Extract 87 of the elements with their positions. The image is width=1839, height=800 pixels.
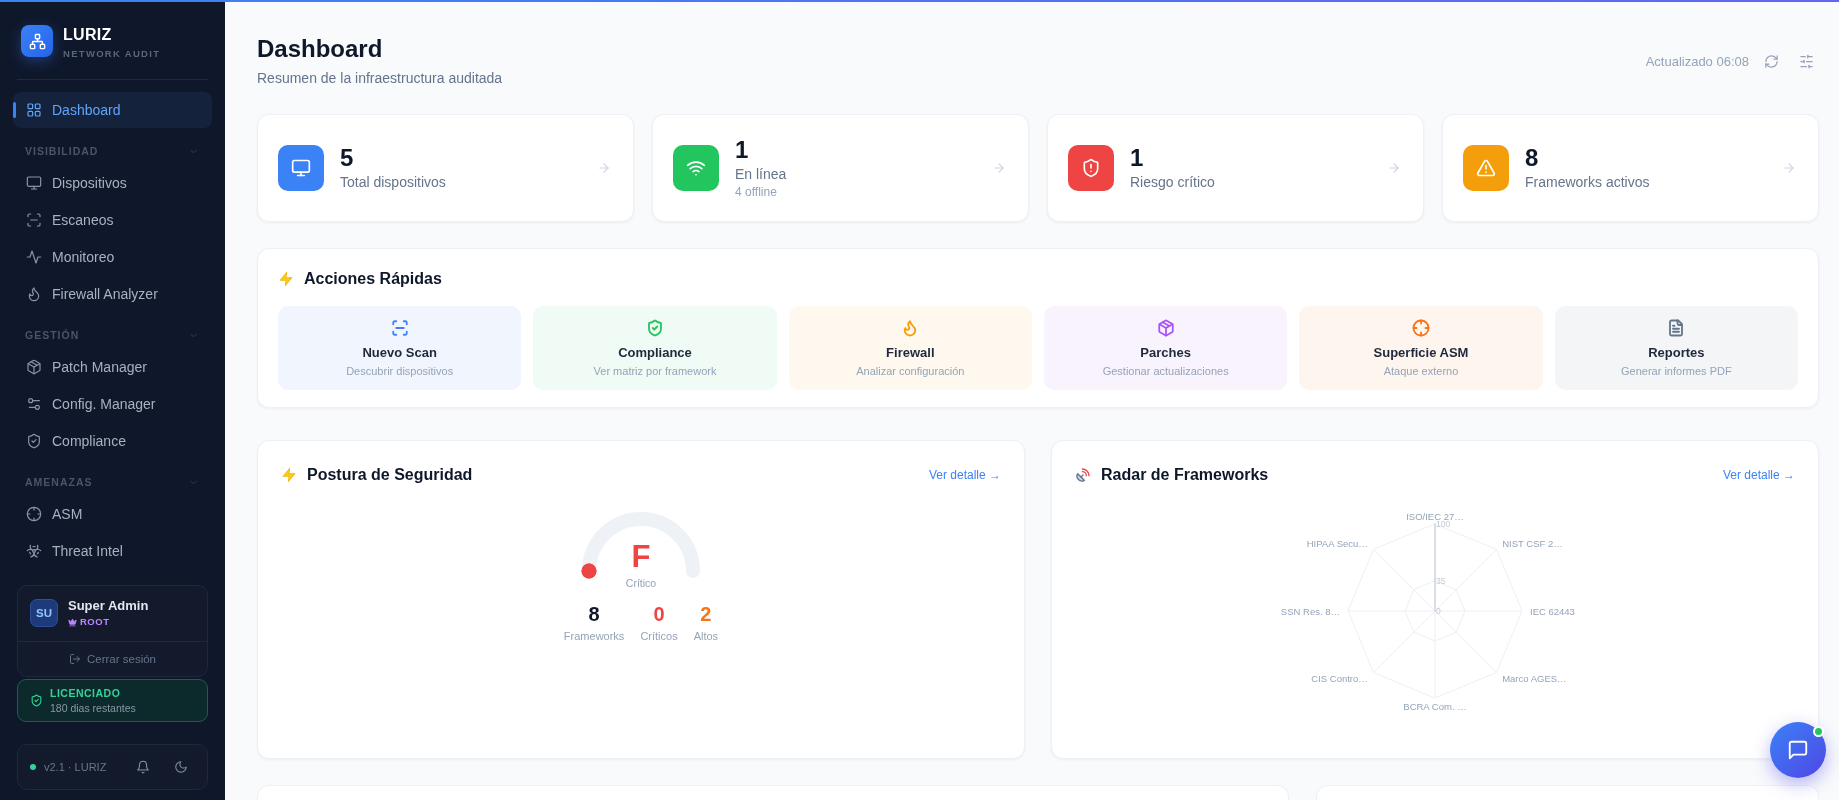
nav-item[interactable]: Firewall Analyzer [13, 275, 212, 312]
nav-item[interactable]: Compliance [13, 422, 212, 459]
nav-item[interactable]: Dashboard [13, 92, 212, 128]
page-subtitle: Resumen de la infraestructura auditada [257, 69, 503, 88]
biohazard-icon [26, 542, 42, 559]
satellite-dish-icon [1075, 467, 1091, 483]
quick-action-button[interactable]: Nuevo Scan Descubrir dispositivos [278, 306, 522, 390]
stat-value: 1 [735, 136, 749, 164]
stat-card[interactable]: 5 Total dispositivos [257, 114, 634, 222]
avatar: SU [30, 599, 58, 627]
quick-action-button[interactable]: Firewall Analizar configuración [788, 306, 1032, 390]
pulse-icon [26, 248, 42, 265]
stat-label: Frameworks [563, 629, 625, 643]
stat-value: 8 [588, 602, 600, 626]
stat-label: En línea [735, 165, 787, 184]
stat-note: 4 offline [735, 184, 777, 200]
sliders-icon [26, 395, 42, 412]
arrow-right-icon [597, 161, 611, 175]
user-name: Super Admin [68, 598, 149, 614]
box-icon [26, 358, 42, 375]
stat-label: Riesgo crítico [1130, 173, 1215, 192]
nav-item[interactable]: Monitoreo [13, 238, 212, 275]
bolt-icon [278, 271, 294, 287]
chat-button[interactable] [1770, 722, 1826, 778]
nav-item[interactable]: ASM [13, 495, 212, 532]
view-details-link[interactable]: Ver detalle → [928, 468, 1001, 482]
shield-check-icon [26, 432, 42, 449]
stat-label: Total dispositivos [340, 173, 446, 192]
stat-value: 2 [700, 602, 712, 626]
card-title: Acciones Rápidas [304, 269, 442, 289]
shield-check-icon [30, 694, 43, 707]
stat-card[interactable]: 1 En línea 4 offline [652, 114, 1029, 222]
stat-value: 5 [340, 144, 354, 172]
updated-time: Actualizado 06:08 [1645, 53, 1749, 69]
arrow-right-icon [992, 161, 1006, 175]
axis-label: HIPAA Secu… [1306, 538, 1368, 550]
stat-value: 8 [1525, 144, 1539, 172]
axis-label: SSN Res. 8… [1280, 605, 1340, 617]
logout-icon [69, 653, 81, 665]
quick-action-button[interactable]: Compliance Ver matriz por framework [533, 306, 777, 390]
bell-icon[interactable] [136, 760, 150, 774]
license-status: LICENCIADO [50, 686, 122, 700]
nav-item[interactable]: Patch Manager [13, 348, 212, 385]
axis-label: ISO/IEC 27… [1406, 510, 1464, 522]
moon-icon[interactable] [174, 760, 188, 774]
nav-item[interactable]: Config. Manager [13, 385, 212, 422]
network-icon [21, 25, 53, 57]
axis-label: NIST CSF 2… [1502, 538, 1563, 550]
view-details-link[interactable]: Ver detalle → [1722, 468, 1795, 482]
monitor-icon [26, 174, 42, 191]
quick-action-button[interactable]: Parches Gestionar actualizaciones [1044, 306, 1288, 390]
nav-item[interactable]: Dispositivos [13, 164, 212, 201]
grade-status: Crítico [625, 576, 657, 590]
nav-item[interactable]: Threat Intel [13, 532, 212, 569]
stat-value: 0 [653, 602, 665, 626]
crosshair-icon [26, 505, 42, 522]
stat-value: 1 [1130, 144, 1144, 172]
grid-icon [26, 102, 42, 118]
chat-icon [1787, 739, 1809, 761]
axis-label: BCRA Com. … [1403, 700, 1467, 712]
nav-item[interactable]: Escaneos [13, 201, 212, 238]
stat-card[interactable]: 8 Frameworks activos [1442, 114, 1819, 222]
stat-label: Altos [693, 629, 719, 643]
role-label: ROOT [80, 616, 110, 628]
bolt-icon [281, 467, 297, 483]
version-label: v2.1 · LURIZ [44, 761, 107, 773]
stat-label: Críticos [640, 629, 678, 643]
tick-label: 100 [1436, 519, 1451, 529]
license-days: 180 dias restantes [50, 701, 136, 715]
quick-action-button[interactable]: Reportes Generar informes PDF [1554, 306, 1798, 390]
brand-tagline: NETWORK AUDIT [63, 48, 161, 60]
flame-icon [26, 285, 42, 302]
logout-button[interactable]: Cerrar sesión [69, 653, 156, 665]
axis-label: IEC 62443 [1530, 605, 1575, 617]
axis-label: CIS Contro… [1311, 672, 1368, 684]
scan-icon [26, 211, 42, 228]
page-title: Dashboard [257, 34, 384, 64]
sliders-icon[interactable] [1799, 53, 1814, 69]
grade-letter: F [631, 540, 651, 574]
stat-label: Frameworks activos [1525, 173, 1650, 192]
stat-card[interactable]: 1 Riesgo crítico [1047, 114, 1424, 222]
brand-name: LURIZ [63, 26, 113, 44]
card-title: Radar de Frameworks [1101, 465, 1269, 485]
quick-action-button[interactable]: Superficie ASM Ataque externo [1299, 306, 1543, 390]
card-title: Postura de Seguridad [307, 465, 473, 485]
crown-icon [68, 617, 77, 627]
axis-label: Marco AGES… [1502, 672, 1567, 684]
